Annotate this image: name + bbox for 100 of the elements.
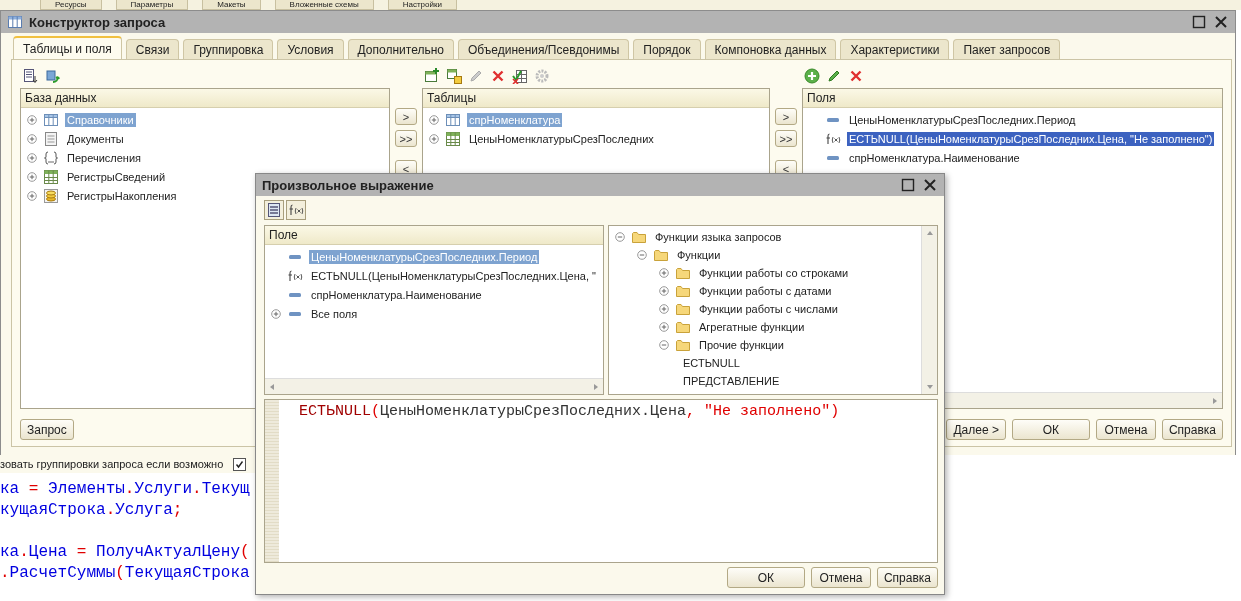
- move-button[interactable]: >>: [395, 130, 417, 147]
- dialog-button[interactable]: Далее >: [946, 419, 1006, 440]
- expand-toggle-icon[interactable]: [27, 171, 37, 182]
- scroll-left-icon: [268, 382, 276, 391]
- dialog-button[interactable]: ОК: [1011, 419, 1090, 440]
- vertical-scrollbar[interactable]: [921, 226, 937, 394]
- tab[interactable]: Таблицы и поля: [13, 36, 122, 59]
- close-icon[interactable]: [922, 177, 938, 193]
- add-table-icon[interactable]: [424, 68, 440, 84]
- folder-icon: [675, 337, 691, 353]
- scroll-up-icon: [925, 229, 934, 237]
- tab[interactable]: Компоновка данных: [704, 39, 837, 59]
- folder-icon: [675, 265, 691, 281]
- expand-toggle-icon[interactable]: [659, 268, 669, 278]
- expand-toggle-icon[interactable]: [27, 133, 37, 144]
- tree-item[interactable]: спрНоменклатура.Наименование: [309, 287, 484, 302]
- folder-icon: [675, 283, 691, 299]
- tree-item[interactable]: Агрегатные функции: [697, 320, 807, 334]
- list-view-button[interactable]: [264, 200, 284, 220]
- collapse-toggle-icon[interactable]: [637, 250, 647, 260]
- tree-item[interactable]: Функции работы со строками: [697, 266, 851, 280]
- window-title: Конструктор запроса: [29, 14, 166, 30]
- tree-item[interactable]: Функции работы с числами: [697, 302, 840, 316]
- tree-item[interactable]: Функции работы с датами: [697, 284, 834, 298]
- dash-icon: [289, 254, 301, 259]
- dialog-button[interactable]: Справка: [1161, 419, 1223, 440]
- panel-header: Таблицы: [423, 89, 769, 108]
- delete-icon[interactable]: [848, 68, 864, 84]
- expand-toggle-icon[interactable]: [27, 152, 37, 163]
- tree-item[interactable]: Прочие функции: [697, 338, 786, 352]
- expand-toggle-icon[interactable]: [659, 322, 669, 332]
- maximize-icon[interactable]: [1191, 14, 1207, 30]
- coins-icon: [43, 187, 59, 204]
- move-button[interactable]: >>: [775, 130, 797, 147]
- expand-toggle-icon[interactable]: [659, 286, 669, 296]
- grid-icon: [43, 168, 59, 185]
- dialog-button[interactable]: Справка: [876, 567, 938, 588]
- dialog-button[interactable]: Отмена: [1095, 419, 1156, 440]
- close-icon[interactable]: [1213, 14, 1229, 30]
- list-down-icon[interactable]: [22, 68, 38, 84]
- tree-item[interactable]: Документы: [65, 131, 126, 146]
- collapse-toggle-icon[interactable]: [615, 232, 625, 242]
- tree-item[interactable]: РегистрыСведений: [65, 169, 168, 184]
- tree-item[interactable]: Все поля: [309, 306, 360, 321]
- tree-item[interactable]: ЦеныНоменклатурыСрезПоследних: [467, 131, 656, 146]
- collapse-toggle-icon[interactable]: [659, 340, 669, 350]
- expand-toggle-icon[interactable]: [27, 190, 37, 201]
- tab[interactable]: Дополнительно: [347, 39, 454, 59]
- table-check-icon[interactable]: [512, 68, 528, 84]
- dash-icon: [827, 155, 839, 160]
- function-view-button[interactable]: [286, 200, 306, 220]
- add-icon[interactable]: [804, 68, 820, 84]
- maximize-icon[interactable]: [900, 177, 916, 193]
- move-button[interactable]: >: [775, 108, 797, 125]
- tree-item[interactable]: Функции языка запросов: [653, 230, 784, 244]
- tab[interactable]: Объединения/Псевдонимы: [457, 39, 630, 59]
- folder-icon: [675, 319, 691, 335]
- panel-header: Поля: [803, 89, 1222, 108]
- gear-icon[interactable]: [534, 68, 550, 84]
- dash-icon: [827, 117, 839, 122]
- function-icon: [825, 130, 841, 147]
- tab[interactable]: Связи: [125, 39, 180, 59]
- expand-toggle-icon[interactable]: [271, 308, 281, 319]
- tree-item[interactable]: ЕСТЬNULL(ЦеныНоменклатурыСрезПоследних.Цена, ": [309, 268, 598, 283]
- pencil-icon[interactable]: [468, 68, 484, 84]
- tab[interactable]: Условия: [277, 39, 344, 59]
- tree-item[interactable]: ЕСТЬNULL: [681, 356, 742, 370]
- tree-item[interactable]: ЦеныНоменклатурыСрезПоследних.Период: [847, 112, 1078, 127]
- refresh-icon[interactable]: [44, 68, 60, 84]
- checkbox[interactable]: [233, 457, 247, 471]
- query-button[interactable]: Запрос: [20, 419, 74, 440]
- tree-item[interactable]: Перечисления: [65, 150, 143, 165]
- expand-toggle-icon[interactable]: [429, 133, 439, 144]
- dialog-button[interactable]: ОК: [726, 567, 805, 588]
- code-line: ка.Цена = ПолучАктуалЦену(: [0, 542, 250, 563]
- expand-toggle-icon[interactable]: [429, 114, 439, 125]
- code-line: .РасчетСуммы(ТекущаяСтрока: [0, 563, 250, 584]
- tab[interactable]: Пакет запросов: [953, 39, 1061, 59]
- tree-item[interactable]: ПРЕДСТАВЛЕНИЕ: [681, 374, 782, 388]
- expand-toggle-icon[interactable]: [659, 304, 669, 314]
- tree-item[interactable]: Функции: [675, 248, 723, 262]
- pencil-icon[interactable]: [826, 68, 842, 84]
- document-icon: [43, 130, 59, 147]
- tab[interactable]: Группировка: [183, 39, 274, 59]
- tree-item[interactable]: спрНоменклатура.Наименование: [847, 150, 1022, 165]
- horizontal-scrollbar[interactable]: [265, 378, 603, 394]
- dash-icon: [289, 292, 301, 297]
- move-button[interactable]: >: [395, 108, 417, 125]
- dialog-button[interactable]: Отмена: [810, 567, 871, 588]
- code-line: кущаяСтрока.Услуга;: [0, 500, 183, 521]
- folder-icon: [631, 229, 647, 245]
- function-icon: [287, 267, 303, 284]
- expand-toggle-icon[interactable]: [27, 114, 37, 125]
- tab[interactable]: Порядок: [633, 39, 701, 59]
- tree-item[interactable]: ЕСТЬNULL(ЦеныНоменклатурыСрезПоследних.Цена, "Не заполнено"): [847, 131, 1215, 146]
- option-label: зовать группировки запроса если возможно: [0, 458, 224, 470]
- delete-icon[interactable]: [490, 68, 506, 84]
- tree-item[interactable]: РегистрыНакопления: [65, 188, 179, 203]
- tab[interactable]: Характеристики: [840, 39, 950, 59]
- table-link-icon[interactable]: [446, 68, 462, 84]
